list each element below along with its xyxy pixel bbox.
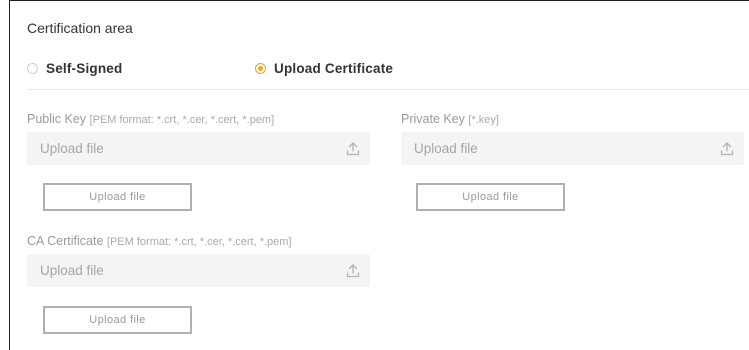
private-key-file-input[interactable]: Upload file — [401, 132, 744, 165]
public-key-format-hint: [PEM format: *.crt, *.cer, *.cert, *.pem… — [89, 114, 275, 126]
radio-circle-upload-certificate[interactable] — [255, 63, 266, 74]
ca-certificate-format-hint: [PEM format: *.crt, *.cer, *.cert, *.pem… — [106, 236, 292, 248]
private-key-placeholder: Upload file — [414, 141, 478, 156]
section-divider — [27, 89, 749, 90]
radio-circle-self-signed[interactable] — [27, 63, 38, 74]
upload-icon[interactable] — [719, 141, 735, 157]
public-key-upload-button[interactable]: Upload file — [43, 183, 192, 211]
upload-icon[interactable] — [345, 263, 361, 279]
ca-certificate-label-text: CA Certificate — [27, 234, 104, 248]
certificate-mode-group: Self-Signed Upload Certificate — [27, 61, 749, 81]
upload-icon[interactable] — [345, 141, 361, 157]
radio-self-signed[interactable]: Self-Signed — [27, 61, 122, 76]
radio-upload-certificate[interactable]: Upload Certificate — [255, 61, 393, 76]
ca-certificate-upload-button[interactable]: Upload file — [43, 306, 192, 334]
public-key-file-input[interactable]: Upload file — [27, 132, 370, 165]
private-key-upload-button[interactable]: Upload file — [416, 183, 565, 211]
ca-certificate-placeholder: Upload file — [40, 263, 104, 278]
section-title: Certification area — [27, 20, 133, 36]
private-key-label-text: Private Key — [401, 112, 465, 126]
ca-certificate-file-input[interactable]: Upload file — [27, 254, 370, 287]
certification-panel: Certification area Self-Signed Upload Ce… — [9, 0, 749, 350]
private-key-format-hint: [*.key] — [468, 114, 499, 126]
radio-label-self-signed[interactable]: Self-Signed — [46, 61, 122, 76]
public-key-placeholder: Upload file — [40, 141, 104, 156]
public-key-label-text: Public Key — [27, 112, 87, 126]
ca-certificate-label: CA Certificate [PEM format: *.crt, *.cer… — [27, 234, 292, 248]
private-key-label: Private Key [*.key] — [401, 112, 499, 126]
public-key-label: Public Key [PEM format: *.crt, *.cer, *.… — [27, 112, 274, 126]
radio-label-upload-certificate[interactable]: Upload Certificate — [274, 61, 393, 76]
